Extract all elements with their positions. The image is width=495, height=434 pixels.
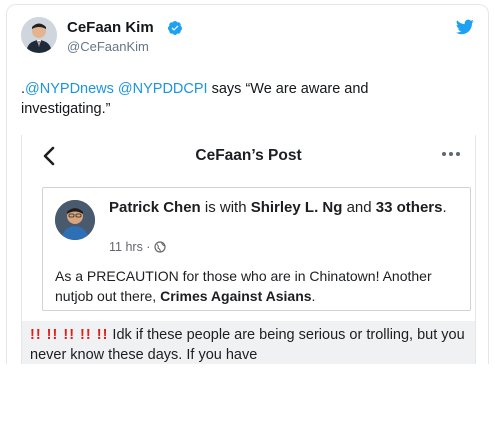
globe-icon bbox=[154, 241, 167, 253]
facebook-post-card: Patrick Chen is with Shirley L. Ng and 3… bbox=[42, 187, 471, 311]
facebook-author-line: Patrick Chen is with Shirley L. Ng and 3… bbox=[109, 198, 449, 217]
facebook-with-text: is with bbox=[200, 199, 251, 216]
facebook-body-bold: Crimes Against Asians bbox=[160, 288, 312, 304]
mention-nypddcpi[interactable]: @NYPDDCPI bbox=[118, 81, 208, 97]
author-handle[interactable]: @CeFaanKim bbox=[67, 39, 149, 54]
twitter-bird-icon[interactable] bbox=[456, 19, 474, 35]
mention-nypdnews[interactable]: @NYPDnews bbox=[25, 81, 114, 97]
more-dots-icon bbox=[442, 152, 460, 156]
facebook-post-title: CeFaan’s Post bbox=[195, 147, 302, 164]
facebook-others: 33 others bbox=[375, 199, 443, 216]
facebook-body-end: . bbox=[311, 288, 316, 304]
author-name[interactable]: CeFaan Kim bbox=[67, 19, 154, 36]
tweet-text: .@NYPDnews @NYPDDCPI says “We are aware … bbox=[21, 79, 461, 119]
author-avatar[interactable] bbox=[21, 17, 57, 53]
facebook-author-name: Patrick Chen bbox=[109, 199, 201, 216]
double-exclamation-icons: !! !! !! !! !! bbox=[30, 327, 109, 343]
verified-badge-icon bbox=[168, 21, 182, 35]
facebook-post-body: As a PRECAUTION for those who are in Chi… bbox=[55, 266, 465, 306]
facebook-post-header: CeFaan’s Post bbox=[22, 135, 475, 177]
embedded-screenshot[interactable]: CeFaan’s Post Patrick Chen is with Shirl… bbox=[21, 135, 476, 364]
facebook-tagged-name: Shirley L. Ng bbox=[250, 199, 343, 216]
tweet-header: CeFaan Kim @CeFaanKim bbox=[21, 17, 474, 65]
facebook-comment-text: !! !! !! !! !! Idk if these people are b… bbox=[22, 321, 475, 364]
tweet-card: CeFaan Kim @CeFaanKim .@NYPDnews @NYPDDC… bbox=[6, 4, 489, 364]
facebook-post-time: 11 hrs · bbox=[109, 240, 151, 254]
facebook-author-avatar bbox=[55, 200, 95, 240]
facebook-post-meta: 11 hrs · bbox=[109, 240, 167, 254]
facebook-period: . bbox=[442, 199, 447, 216]
facebook-and-text: and bbox=[342, 199, 376, 216]
